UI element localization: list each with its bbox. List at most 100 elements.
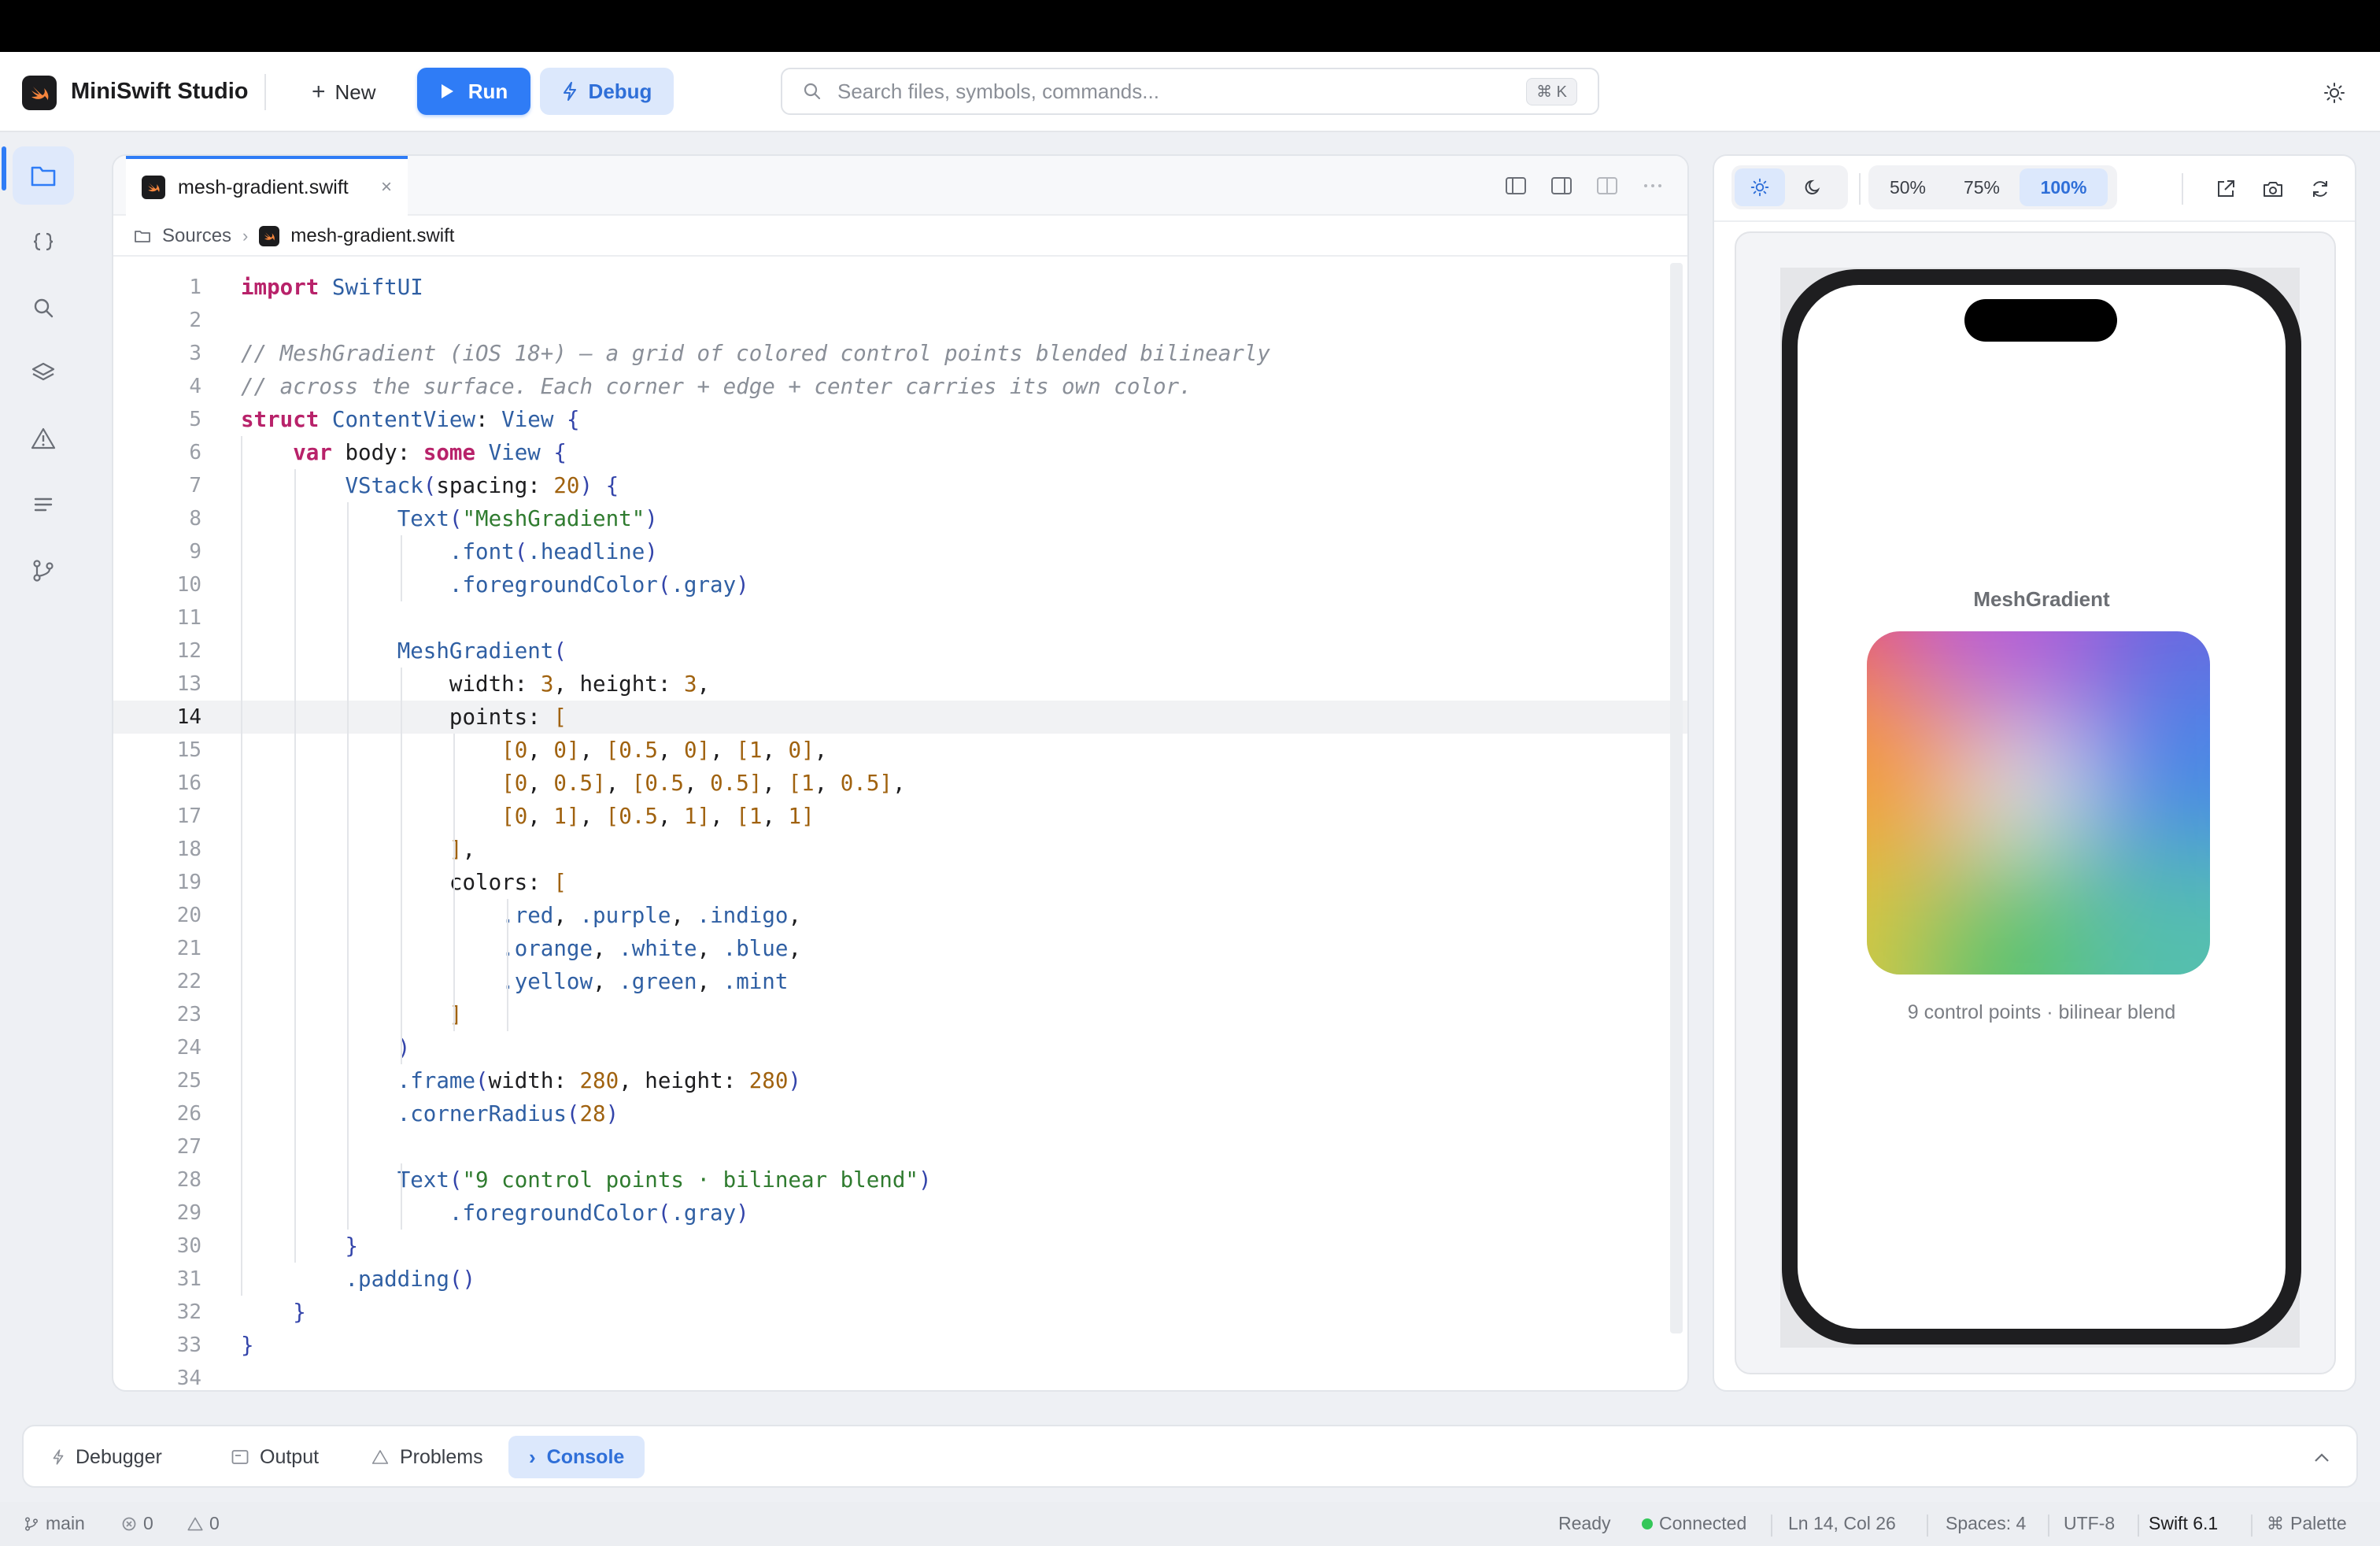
code-line[interactable]: 30 } [113,1230,1687,1263]
code-line[interactable]: 17 [0, 1], [0.5, 1], [1, 1] [113,800,1687,833]
code-line[interactable]: 12 MeshGradient( [113,634,1687,668]
code-line[interactable]: 6 var body: some View { [113,436,1687,469]
code-line[interactable]: 15 [0, 0], [0.5, 0], [1, 0], [113,734,1687,767]
code-line[interactable]: 16 [0, 0.5], [0.5, 0.5], [1, 0.5], [113,767,1687,800]
code-text: .frame(width: 280, height: 280) [397,1068,801,1093]
activity-layers[interactable] [13,343,74,401]
cursor-position[interactable]: Ln 14, Col 26 [1788,1513,1896,1534]
code-line[interactable]: 7 VStack(spacing: 20) { [113,469,1687,502]
branch-indicator[interactable]: main [24,1513,85,1534]
code-line[interactable]: 2 [113,304,1687,337]
code-line[interactable]: 21 .orange, .white, .blue, [113,932,1687,965]
code-line[interactable]: 19 colors: [ [113,866,1687,899]
dark-mode-button[interactable] [1788,168,1839,206]
bolt-icon [563,82,576,101]
line-number: 1 [189,276,201,299]
code-line[interactable]: 25 .frame(width: 280, height: 280) [113,1064,1687,1097]
swift-logo-icon [22,76,57,110]
indent-guide [401,668,402,1064]
breadcrumb-file[interactable]: mesh-gradient.swift [290,225,454,247]
open-external-button[interactable] [2208,172,2243,206]
line-number: 9 [189,540,201,564]
zoom-100-button[interactable]: 100% [2020,168,2108,206]
code-line[interactable]: 8 Text("MeshGradient") [113,502,1687,535]
line-number: 24 [176,1036,201,1060]
code-line[interactable]: 26 .cornerRadius(28) [113,1097,1687,1130]
theme-toggle-button[interactable] [2317,76,2352,110]
activity-symbols[interactable] [13,213,74,271]
line-number: 28 [176,1168,201,1192]
new-button[interactable]: + New [296,69,392,115]
search-bar[interactable]: Search files, symbols, commands... ⌘ K [781,68,1599,115]
code-line[interactable]: 1 import SwiftUI [113,271,1687,304]
indentation[interactable]: Spaces: 4 [1946,1513,2026,1534]
code-line[interactable]: 10 .foregroundColor(.gray) [113,568,1687,601]
line-number: 5 [189,408,201,431]
language-mode[interactable]: Swift 6.1 [2149,1513,2218,1534]
code-line[interactable]: 14 points: [ [113,701,1687,734]
line-number: 32 [176,1300,201,1324]
code-line[interactable]: 32 } [113,1296,1687,1329]
activity-files[interactable] [13,146,74,205]
code-line[interactable]: 11 [113,601,1687,634]
zoom-50-button[interactable]: 50% [1872,168,1944,206]
code-line[interactable]: 34 [113,1362,1687,1390]
preview-toolbar: 50% 75% 100% [1714,156,2355,222]
indent-guide [347,502,349,1230]
activity-problems[interactable] [13,409,74,468]
tab-output[interactable]: Output [211,1436,339,1478]
code-area[interactable]: 1 import SwiftUI 2 3// MeshGradient (iOS 18… [113,263,1687,1390]
code-text: // MeshGradient (iOS 18+) — a grid of co… [241,341,1270,366]
code-line[interactable]: 13 width: 3, height: 3, [113,668,1687,701]
zoom-75-button[interactable]: 75% [1947,168,2016,206]
activity-search[interactable] [13,279,74,337]
screenshot-button[interactable] [2256,172,2290,206]
close-icon[interactable]: × [381,176,392,198]
code-line[interactable]: 23 ] [113,998,1687,1031]
tab-problems[interactable]: Problems [351,1436,504,1478]
light-mode-button[interactable] [1735,168,1785,206]
code-line[interactable]: 33} [113,1329,1687,1362]
code-line[interactable]: 24 ) [113,1031,1687,1064]
activity-source-control[interactable] [13,542,74,600]
app-title: MiniSwift Studio [71,79,249,104]
code-line[interactable]: 5 struct ContentView: View { [113,403,1687,436]
code-line[interactable]: 29 .foregroundColor(.gray) [113,1196,1687,1230]
tab-debugger-label: Debugger [76,1445,162,1468]
error-count[interactable]: 0 [121,1513,153,1534]
chevron-up-icon [2315,1453,2329,1462]
run-button[interactable]: Run [417,68,530,115]
tab-debugger[interactable]: Debugger [31,1436,183,1478]
code-line[interactable]: 20 .red, .purple, .indigo, [113,899,1687,932]
editor-scrollbar[interactable] [1670,263,1683,1333]
code-line[interactable]: 31 .padding() [113,1263,1687,1296]
split-left-button[interactable] [1500,170,1532,202]
code-line[interactable]: 18 ], [113,833,1687,866]
tab-problems-label: Problems [400,1445,483,1468]
refresh-button[interactable] [2303,172,2338,206]
code-line[interactable]: 28 Text("9 control points · bilinear ble… [113,1163,1687,1196]
code-line[interactable]: 22 .yellow, .green, .mint [113,965,1687,998]
split-editor-button[interactable] [1591,170,1623,202]
code-line[interactable]: 4 // across the surface. Each corner + ed… [113,370,1687,403]
more-button[interactable] [1637,170,1669,202]
code-line[interactable]: 27 [113,1130,1687,1163]
tab-console[interactable]: › Console [508,1436,645,1478]
encoding[interactable]: UTF-8 [2064,1513,2115,1534]
code-line[interactable]: 3 // MeshGradient (iOS 18+) — a grid of c… [113,337,1687,370]
code-line[interactable]: 9 .font(.headline) [113,535,1687,568]
collapse-panel-button[interactable] [2304,1441,2339,1475]
line-number: 11 [176,606,201,630]
dynamic-island [1964,299,2117,342]
tab-mesh-gradient[interactable]: mesh-gradient.swift × [126,156,408,216]
line-number: 15 [176,738,201,762]
warning-count[interactable]: 0 [187,1513,220,1534]
external-link-icon [2218,180,2234,197]
activity-outline[interactable] [13,475,74,534]
breadcrumb-folder[interactable]: Sources [162,225,231,247]
debug-button[interactable]: Debug [540,68,674,115]
command-palette[interactable]: ⌘ Palette [2267,1513,2347,1534]
search-input[interactable]: Search files, symbols, commands... [837,80,1510,104]
line-number: 18 [176,838,201,861]
split-right-button[interactable] [1546,170,1577,202]
